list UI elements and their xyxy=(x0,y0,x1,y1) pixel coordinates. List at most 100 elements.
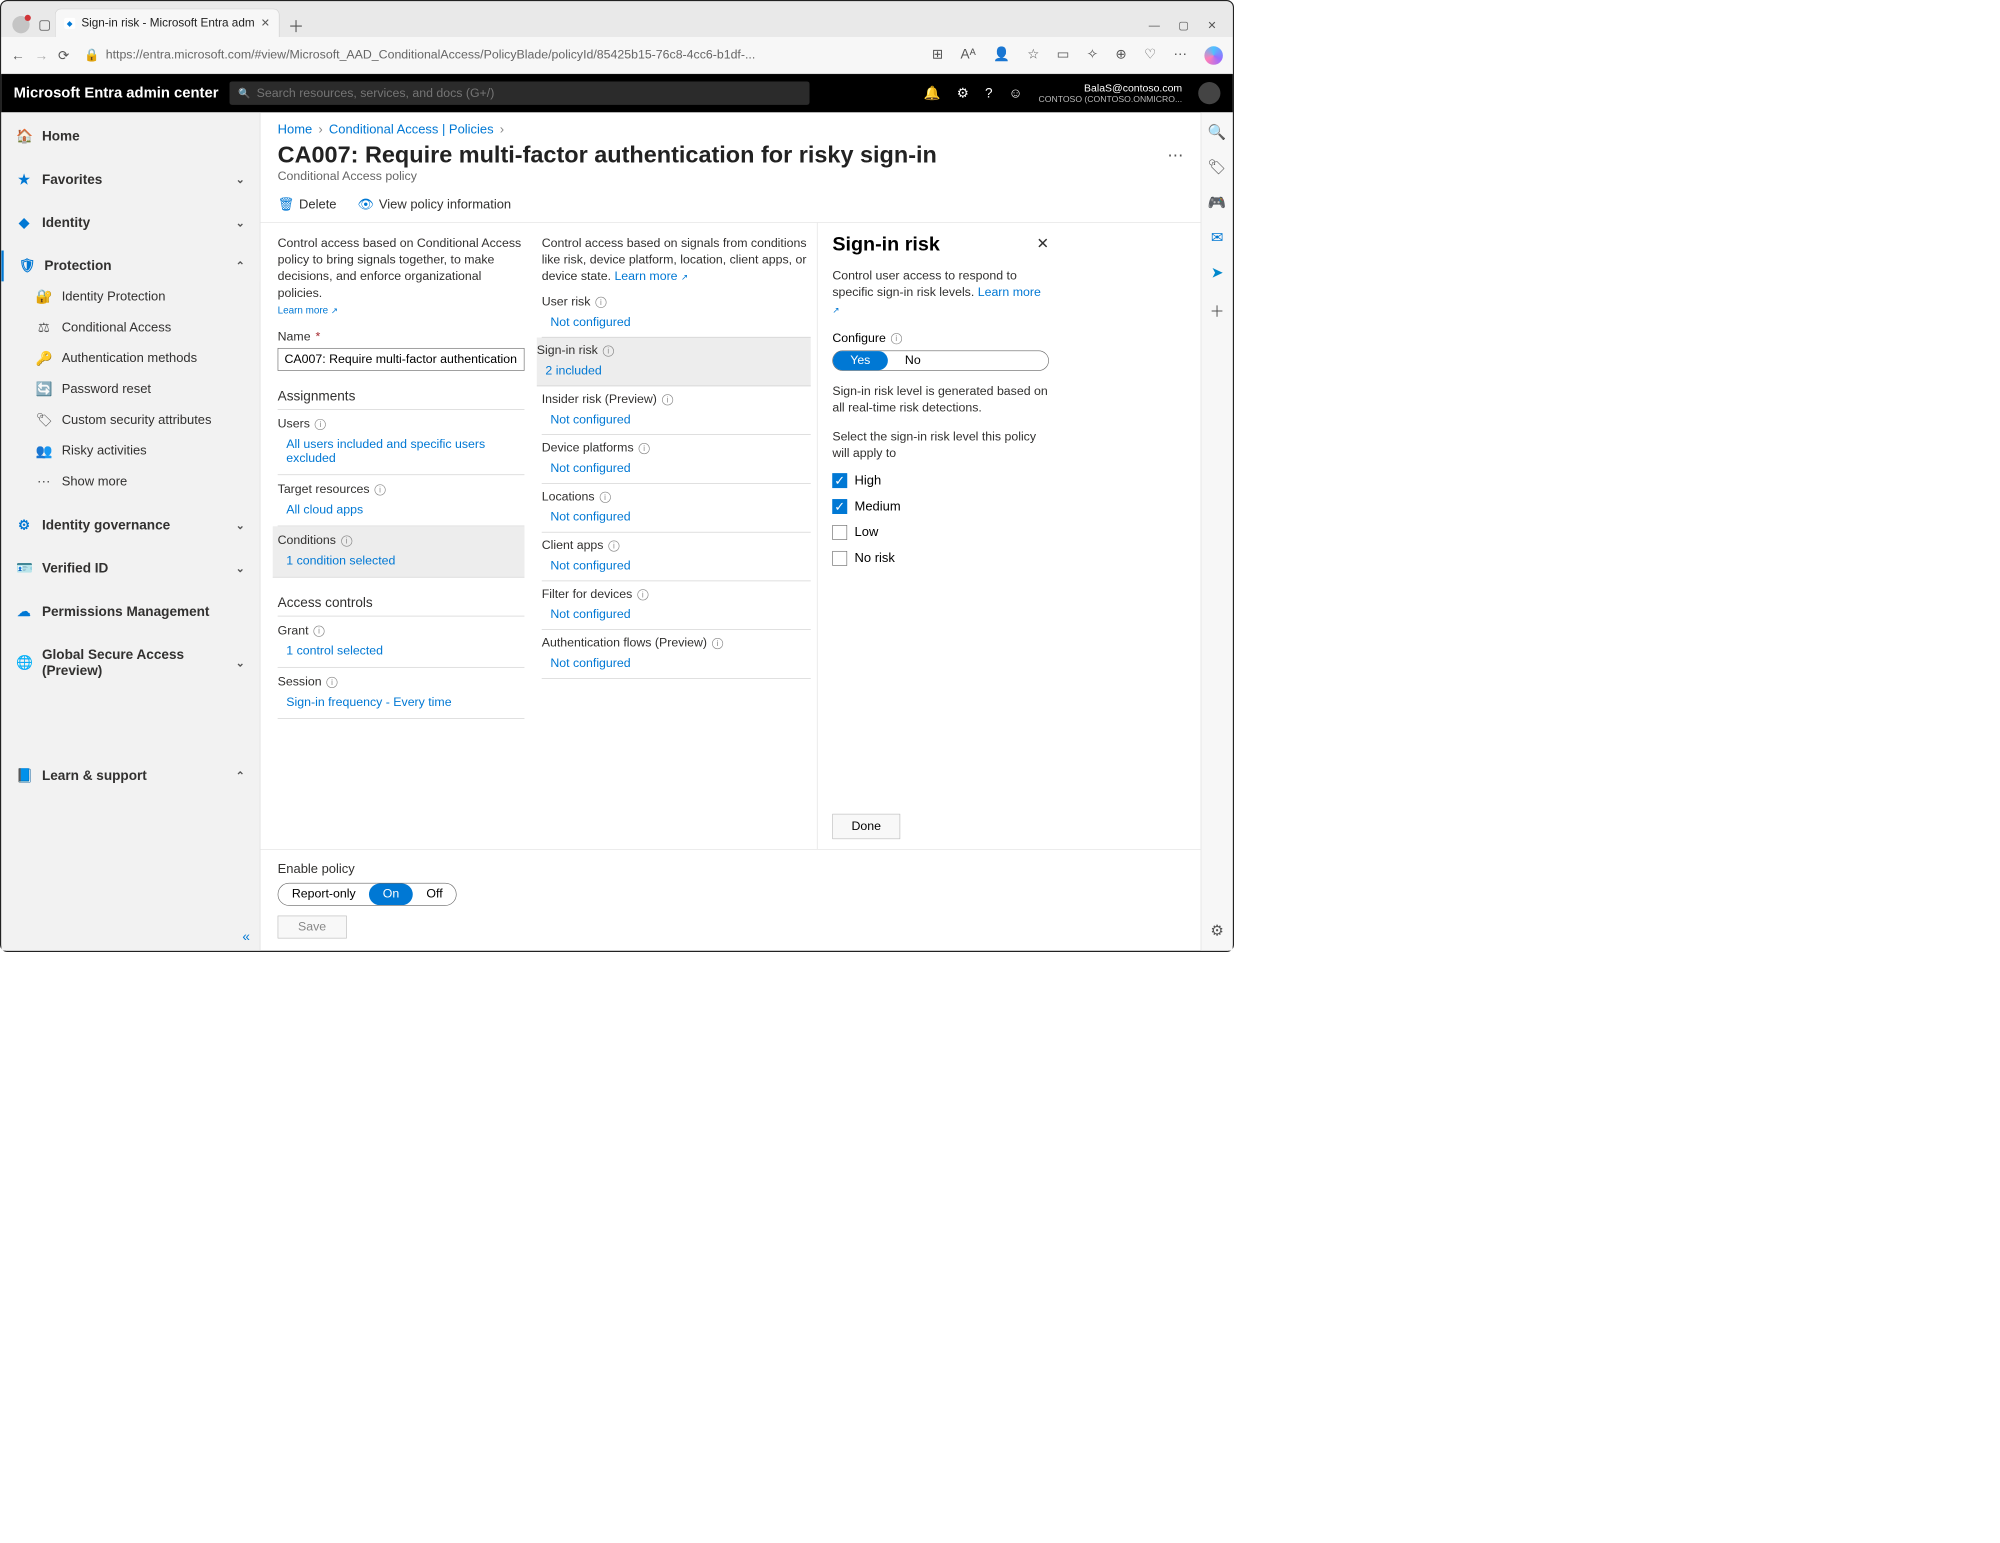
view-policy-info-button[interactable]: 👁View policy information xyxy=(357,197,511,212)
outlook-icon[interactable]: ✉ xyxy=(1211,229,1223,247)
info-icon[interactable]: i xyxy=(341,535,352,546)
device-platforms-field[interactable]: Device platforms i Not configured xyxy=(542,435,811,484)
signin-risk-value[interactable]: 2 included xyxy=(537,364,811,378)
enable-policy-toggle[interactable]: Report-only On Off xyxy=(278,883,457,906)
info-icon[interactable]: i xyxy=(891,333,902,344)
learn-more-link[interactable]: Learn more ↗ xyxy=(614,270,688,284)
favorites-list-icon[interactable]: ✧ xyxy=(1087,46,1098,65)
learn-more-link[interactable]: Learn more ↗ xyxy=(278,305,338,315)
add-sidebar-icon[interactable]: ＋ xyxy=(1210,299,1225,321)
info-icon[interactable]: i xyxy=(599,491,610,502)
nav-favorites[interactable]: ★Favorites⌄ xyxy=(1,164,260,195)
auth-flows-field[interactable]: Authentication flows (Preview) i Not con… xyxy=(542,630,811,679)
collapse-nav-icon[interactable]: « xyxy=(242,929,250,945)
target-resources-field[interactable]: Target resources i All cloud apps xyxy=(278,475,525,526)
policy-name-input[interactable] xyxy=(278,348,525,371)
user-avatar-icon[interactable] xyxy=(1198,82,1220,104)
nav-custom-security[interactable]: 🏷Custom security attributes xyxy=(1,405,260,436)
session-field[interactable]: Session i Sign-in frequency - Every time xyxy=(278,668,525,719)
send-icon[interactable]: ➤ xyxy=(1211,264,1223,282)
nav-risky-activities[interactable]: 👥Risky activities xyxy=(1,436,260,467)
info-icon[interactable]: i xyxy=(603,345,614,356)
games-icon[interactable]: 🎮 xyxy=(1208,194,1226,212)
target-resources-value[interactable]: All cloud apps xyxy=(278,503,525,517)
profile-icons[interactable]: 👤 xyxy=(993,46,1010,65)
global-search[interactable]: 🔍 xyxy=(230,81,810,104)
users-field[interactable]: Users i All users included and specific … xyxy=(278,410,525,475)
window-minimize-icon[interactable]: — xyxy=(1149,19,1160,32)
window-close-icon[interactable]: ✕ xyxy=(1207,19,1216,32)
nav-identity-protection[interactable]: 🔐Identity Protection xyxy=(1,281,260,312)
extensions-icon[interactable]: ⊕ xyxy=(1115,46,1126,65)
favorite-icon[interactable]: ☆ xyxy=(1027,46,1039,65)
user-info[interactable]: BalaS@contoso.com CONTOSO (CONTOSO.ONMIC… xyxy=(1039,83,1183,104)
workspaces-icon[interactable]: ▢ xyxy=(38,17,51,33)
save-button[interactable]: Save xyxy=(278,916,347,939)
toggle-on[interactable]: On xyxy=(369,884,413,906)
signin-risk-field[interactable]: Sign-in risk i 2 included xyxy=(537,337,811,386)
window-maximize-icon[interactable]: ▢ xyxy=(1178,19,1188,32)
performance-icon[interactable]: ♡ xyxy=(1144,46,1156,65)
profile-avatar-icon[interactable] xyxy=(12,16,29,33)
info-icon[interactable]: i xyxy=(639,443,650,454)
checkbox-low[interactable]: Low xyxy=(832,525,1049,540)
configure-toggle[interactable]: Yes No xyxy=(832,350,1049,370)
user-risk-field[interactable]: User risk i Not configured xyxy=(542,289,811,338)
conditions-value[interactable]: 1 condition selected xyxy=(278,554,520,568)
nav-identity[interactable]: ◆Identity⌄ xyxy=(1,207,260,238)
app-launcher-icon[interactable]: ⊞ xyxy=(932,46,943,65)
checkbox-medium[interactable]: ✓Medium xyxy=(832,499,1049,514)
nav-verified-id[interactable]: 🪪Verified ID⌄ xyxy=(1,553,260,584)
nav-protection[interactable]: 🛡Protection⌃ xyxy=(1,251,260,282)
tab-close-icon[interactable]: ✕ xyxy=(261,17,270,30)
nav-learn-support[interactable]: 📘Learn & support⌃ xyxy=(1,760,260,791)
locations-field[interactable]: Locations i Not configured xyxy=(542,484,811,533)
breadcrumb-conditional-access[interactable]: Conditional Access | Policies xyxy=(329,122,494,137)
shopping-icon[interactable]: 🏷 xyxy=(1208,159,1227,177)
client-apps-field[interactable]: Client apps i Not configured xyxy=(542,532,811,581)
insider-risk-field[interactable]: Insider risk (Preview) i Not configured xyxy=(542,386,811,435)
info-icon[interactable]: i xyxy=(326,677,337,688)
users-value[interactable]: All users included and specific users ex… xyxy=(278,437,525,465)
nav-identity-governance[interactable]: ⚙Identity governance⌄ xyxy=(1,510,260,541)
info-icon[interactable]: i xyxy=(712,638,723,649)
toggle-no[interactable]: No xyxy=(888,351,938,370)
url-box[interactable]: 🔒 https://entra.microsoft.com/#view/Micr… xyxy=(79,48,922,63)
conditions-field[interactable]: Conditions i 1 condition selected xyxy=(273,526,525,577)
info-icon[interactable]: i xyxy=(608,540,619,551)
grant-value[interactable]: 1 control selected xyxy=(278,644,525,658)
search-sidebar-icon[interactable]: 🔍 xyxy=(1208,123,1226,141)
nav-refresh-icon[interactable]: ⟳ xyxy=(58,47,69,63)
nav-home[interactable]: 🏠Home xyxy=(1,121,260,152)
nav-permissions-mgmt[interactable]: ☁Permissions Management xyxy=(1,596,260,627)
read-aloud-icon[interactable]: Aᴬ xyxy=(961,46,976,65)
info-icon[interactable]: i xyxy=(662,394,673,405)
notifications-icon[interactable]: 🔔 xyxy=(924,85,941,101)
info-icon[interactable]: i xyxy=(637,589,648,600)
more-actions-icon[interactable]: ⋯ xyxy=(1167,146,1183,165)
done-button[interactable]: Done xyxy=(832,814,900,839)
info-icon[interactable]: i xyxy=(595,296,606,307)
browser-tab[interactable]: ◆ Sign-in risk - Microsoft Entra adm ✕ xyxy=(55,9,280,37)
delete-button[interactable]: 🗑Delete xyxy=(278,197,337,212)
nav-back-icon[interactable]: ← xyxy=(11,47,25,63)
new-tab-button[interactable]: ＋ xyxy=(279,14,312,37)
nav-show-more[interactable]: ⋯Show more xyxy=(1,466,260,497)
toggle-off[interactable]: Off xyxy=(413,884,456,906)
settings-icon[interactable]: ⚙ xyxy=(957,85,969,101)
toggle-report-only[interactable]: Report-only xyxy=(278,884,369,906)
nav-global-secure-access[interactable]: 🌐Global Secure Access (Preview)⌄ xyxy=(1,639,260,686)
toggle-yes[interactable]: Yes xyxy=(833,351,888,370)
info-icon[interactable]: i xyxy=(374,484,385,495)
checkbox-high[interactable]: ✓High xyxy=(832,473,1049,488)
nav-conditional-access[interactable]: ⚖Conditional Access xyxy=(1,312,260,343)
sidebar-settings-icon[interactable]: ⚙ xyxy=(1210,922,1223,940)
breadcrumb-home[interactable]: Home xyxy=(278,122,313,137)
grant-field[interactable]: Grant i 1 control selected xyxy=(278,616,525,667)
info-icon[interactable]: i xyxy=(313,625,324,636)
collections-icon[interactable]: ▭ xyxy=(1057,46,1070,65)
copilot-icon[interactable] xyxy=(1204,46,1223,65)
close-icon[interactable]: ✕ xyxy=(1036,235,1048,253)
session-value[interactable]: Sign-in frequency - Every time xyxy=(278,695,525,709)
search-input[interactable] xyxy=(257,86,801,100)
